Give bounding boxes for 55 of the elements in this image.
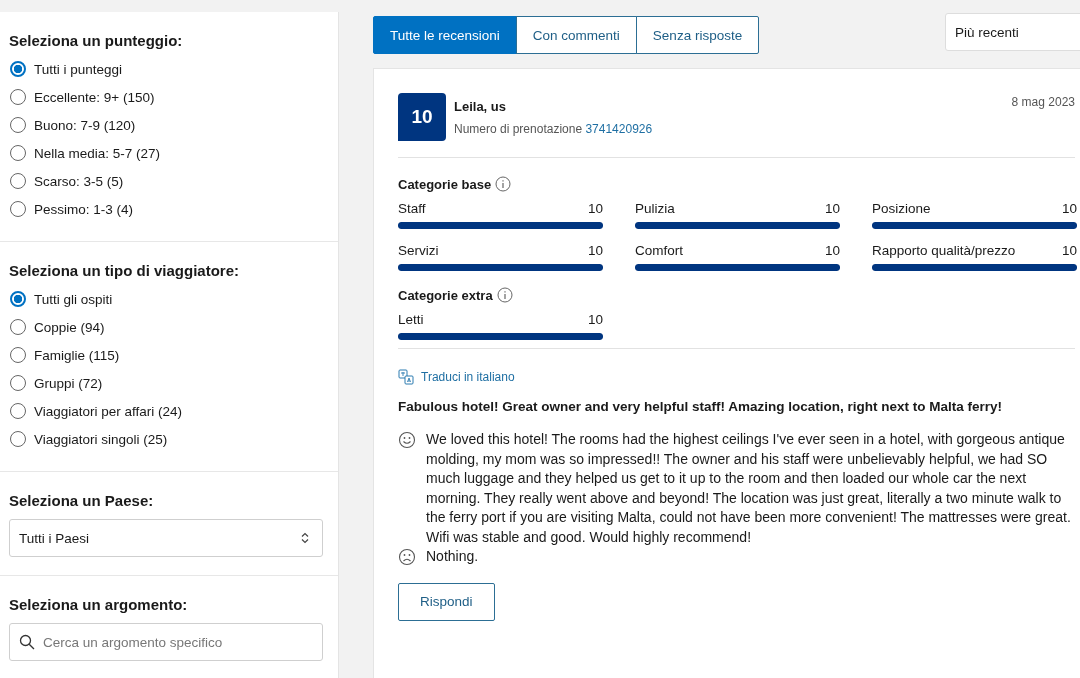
radio-option[interactable]: Pessimo: 1-3 (4) — [9, 195, 322, 223]
category-label: Comfort — [635, 243, 683, 258]
chevron-updown-icon — [300, 532, 310, 544]
radio-option[interactable]: Viaggiatori per affari (24) — [9, 397, 322, 425]
sad-face-icon — [398, 548, 416, 566]
radio-option[interactable]: Gruppi (72) — [9, 369, 322, 397]
category-score: 10 — [1061, 243, 1077, 258]
radio-option[interactable]: Famiglie (115) — [9, 341, 322, 369]
category-score: 10 — [824, 201, 840, 216]
section-heading: Seleziona un punteggio: — [9, 32, 184, 49]
radio-option[interactable]: Scarso: 3-5 (5) — [9, 167, 322, 195]
category-score: 10 — [587, 243, 603, 258]
category-label: Servizi — [398, 243, 439, 258]
info-icon[interactable] — [496, 287, 513, 303]
category-label: Rapporto qualità/prezzo — [872, 243, 1016, 258]
info-icon[interactable] — [495, 176, 512, 192]
review-comment: Nothing. — [426, 547, 480, 566]
category-score: 10 — [587, 312, 603, 327]
category-score: 10 — [1061, 201, 1077, 216]
category-label: Posizione — [872, 201, 931, 216]
section-heading: Seleziona un argomento: — [9, 596, 189, 613]
category-group-title: Categorie extra — [398, 287, 493, 303]
country-select[interactable]: Tutti i Paesi — [9, 519, 323, 557]
review-comment: We loved this hotel! The rooms had the highest ceilings I've ever seen in a hotel, with gorgeous antique molding, my mom was so impressed!! The owner and his staff were unbelievably helpful, we had SO much luggage and they helped us get to it up to the room and then loaded our whole car the next morning. They really went above and beyond! The location was just great, literally a two minute walk to the ferry port if you are visiting Malta, could not have been more convenient! The mattresses were great. Wifi was stable and good. Would highly recommend! — [426, 430, 1072, 547]
guest-name: Leila, us — [454, 99, 508, 114]
category-label: Letti — [398, 312, 424, 327]
sort-select[interactable]: Più recenti — [945, 13, 1080, 51]
radio-option[interactable]: Tutti gli ospiti — [9, 285, 322, 313]
category-score: 10 — [824, 243, 840, 258]
radio-option[interactable]: Buono: 7-9 (120) — [9, 111, 322, 139]
booking-label: Numero di prenotazione — [454, 122, 583, 136]
review-title: Fabulous hotel! Great owner and very helpful staff! Amazing location, right next to Malta ferry! — [398, 399, 1004, 414]
search-field[interactable]: Cerca un argomento specifico — [9, 623, 323, 661]
radio-option[interactable]: Nella media: 5-7 (27) — [9, 139, 322, 167]
radio-option[interactable]: Tutti i punteggi — [9, 55, 322, 83]
radio-option[interactable]: Coppie (94) — [9, 313, 322, 341]
category-label: Pulizia — [635, 201, 675, 216]
radio-option[interactable]: Eccellente: 9+ (150) — [9, 83, 322, 111]
translate-link[interactable]: Traduci in italiano — [421, 370, 515, 384]
filter-tab[interactable]: Tutte le recensioni — [373, 16, 517, 54]
category-label: Staff — [398, 201, 426, 216]
radio-option[interactable]: Viaggiatori singoli (25) — [9, 425, 322, 453]
review-date: 8 mag 2023 — [1011, 94, 1075, 109]
category-score: 10 — [587, 201, 603, 216]
reply-button[interactable]: Rispondi — [398, 582, 495, 621]
filter-tab[interactable]: Senza risposte — [635, 16, 760, 54]
category-group-title: Categorie base — [398, 176, 492, 192]
score-badge: 10 — [398, 93, 446, 141]
smiley-icon — [398, 431, 416, 449]
filter-tab[interactable]: Con commenti — [515, 16, 637, 54]
section-heading: Seleziona un tipo di viaggiatore: — [9, 262, 241, 279]
search-icon — [19, 634, 35, 650]
section-heading: Seleziona un Paese: — [9, 492, 155, 509]
translate-icon — [398, 369, 414, 385]
booking-number-link[interactable]: 3741420926 — [585, 122, 653, 136]
